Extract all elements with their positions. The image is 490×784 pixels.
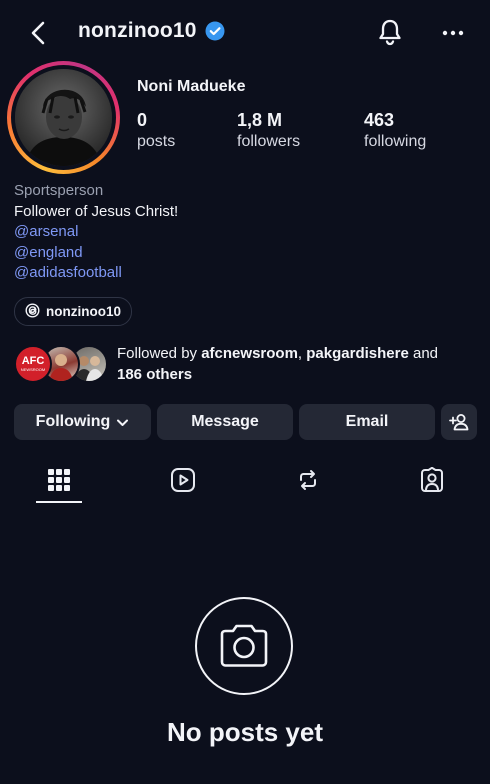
- tab-posts-grid[interactable]: [35, 463, 83, 497]
- empty-state-camera: [195, 597, 293, 695]
- message-button[interactable]: Message: [157, 404, 293, 440]
- grid-icon: [47, 468, 71, 492]
- add-person-icon: [448, 411, 470, 433]
- following-count: 463: [364, 110, 395, 130]
- bio-link-adidasfootball[interactable]: @adidasfootball: [14, 263, 178, 284]
- suggested-people-button[interactable]: [441, 404, 477, 440]
- followed-by-prefix: Followed by: [117, 345, 202, 362]
- following-label: following: [364, 133, 427, 150]
- reposts-icon: [295, 467, 321, 493]
- threads-icon: [25, 303, 40, 321]
- follower-name-afcnewsroom[interactable]: afcnewsroom: [201, 345, 298, 362]
- stat-following[interactable]: 463 following: [364, 110, 426, 151]
- threads-badge[interactable]: nonzinoo10: [14, 297, 132, 326]
- active-tab-indicator: [36, 501, 82, 503]
- following-button[interactable]: Following: [14, 404, 151, 440]
- no-posts-title: No posts yet: [166, 717, 324, 747]
- followers-label: followers: [237, 133, 301, 150]
- followed-by-and: and: [408, 345, 439, 362]
- back-icon[interactable]: [24, 18, 54, 48]
- stat-followers[interactable]: 1,8 M followers: [237, 110, 300, 151]
- message-button-label: Message: [191, 413, 259, 430]
- followed-by-others[interactable]: 186 others: [117, 366, 192, 383]
- profile-avatar[interactable]: [7, 61, 120, 174]
- afc-logo-text: AFC: [21, 355, 45, 367]
- username: nonzinoo10: [78, 19, 197, 42]
- stat-posts[interactable]: 0 posts: [137, 110, 175, 151]
- more-options-icon[interactable]: [438, 18, 468, 48]
- bio-text: Follower of Jesus Christ!: [14, 202, 179, 220]
- notification-bell-icon[interactable]: [374, 16, 406, 48]
- tab-tagged[interactable]: [408, 463, 456, 497]
- tagged-icon: [419, 467, 445, 493]
- bio-category: Sportsperson: [14, 182, 104, 199]
- threads-handle: nonzinoo10: [46, 304, 121, 319]
- bio-link-england[interactable]: @england: [14, 243, 178, 264]
- afcnewsroom-avatar: AFC NEWSROOM: [14, 345, 52, 383]
- full-name: Noni Madueke: [137, 78, 246, 95]
- email-button-label: Email: [345, 413, 389, 430]
- camera-icon: [216, 622, 272, 670]
- posts-count: 0: [137, 110, 148, 130]
- verified-badge-icon: [205, 21, 225, 41]
- followers-count: 1,8 M: [237, 110, 283, 130]
- following-button-label: Following: [35, 413, 111, 430]
- reels-icon: [170, 467, 196, 493]
- bio: Sportsperson Follower of Jesus Christ! @…: [14, 181, 178, 284]
- avatar-photo: [15, 69, 112, 166]
- followed-by-avatars[interactable]: AFC NEWSROOM: [14, 345, 110, 383]
- follower-name-pakgardishere[interactable]: pakgardishere: [306, 345, 409, 362]
- followed-by-separator: ,: [297, 345, 307, 362]
- tab-reposts[interactable]: [284, 463, 332, 497]
- posts-label: posts: [137, 133, 176, 150]
- email-button[interactable]: Email: [299, 404, 435, 440]
- afc-logo-subtext: NEWSROOM: [20, 367, 46, 372]
- username-row: nonzinoo10: [78, 19, 225, 43]
- tab-reels[interactable]: [159, 463, 207, 497]
- chevron-down-icon: [116, 416, 129, 429]
- followed-by-text[interactable]: Followed by afcnewsroom, pakgardishere a…: [117, 344, 477, 385]
- bio-link-arsenal[interactable]: @arsenal: [14, 222, 178, 243]
